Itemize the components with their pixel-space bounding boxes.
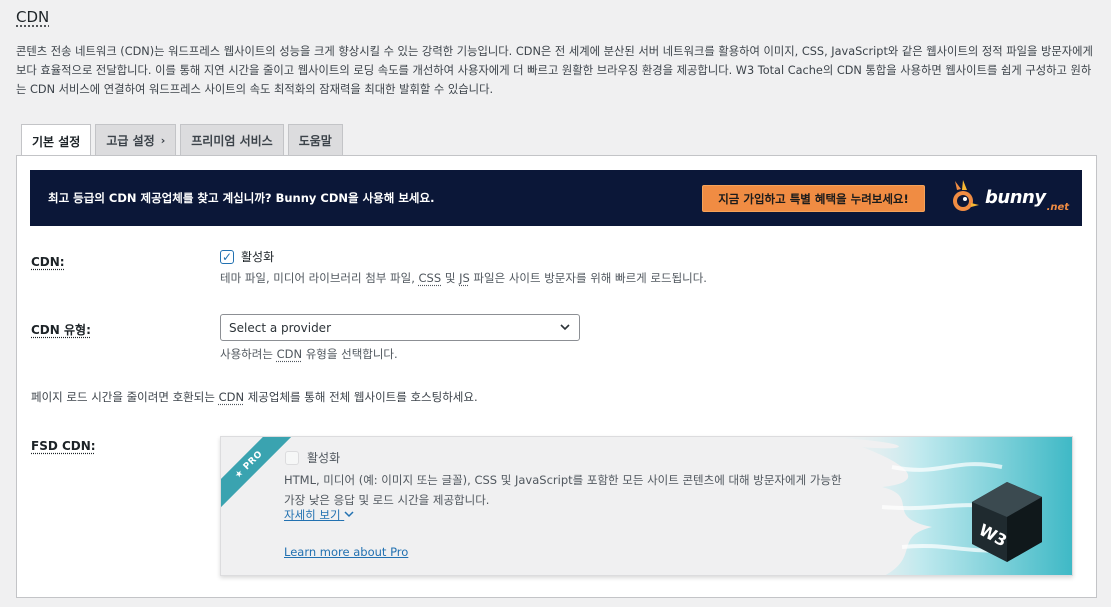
bunny-logo-word: bunny (985, 186, 1046, 208)
tab-help-label: 도움말 (298, 134, 332, 148)
bunny-rabbit-icon (953, 180, 979, 211)
tab-help[interactable]: 도움말 (287, 124, 343, 156)
cdn-label: CDN: (31, 255, 65, 269)
chevron-right-icon: › (160, 134, 166, 147)
bunny-logo-suffix: .net (1046, 202, 1070, 213)
chevron-down-icon (560, 324, 570, 331)
bunny-logo[interactable]: bunny .net (947, 179, 1069, 215)
intro-text: 콘텐츠 전송 네트워크 (CDN)는 워드프레스 웹사이트의 성능을 크게 향상… (16, 45, 1093, 96)
cdn-provider-select[interactable]: Select a provider (220, 314, 580, 341)
cdn-desc-part: 테마 파일, 미디어 라이브러리 첨부 파일, (220, 271, 419, 285)
learn-more-pro-link[interactable]: Learn more about Pro (284, 545, 408, 559)
tab-advanced-settings[interactable]: 고급 설정 › (95, 124, 177, 156)
cdn-enable-row: 활성화 (220, 248, 274, 265)
fsd-enable-row: 활성화 (285, 449, 340, 466)
cdn-desc-css: CSS (418, 271, 442, 285)
settings-panel: 최고 등급의 CDN 제공업체를 찾고 계십니까? Bunny CDN을 사용해… (16, 155, 1097, 598)
cdn-type-desc-cdn: CDN (276, 347, 303, 361)
cdn-type-desc-part: 사용하려는 (220, 347, 277, 361)
fsd-more-link[interactable]: 자세히 보기 (284, 507, 354, 523)
hosting-note-part: 페이지 로드 시간을 줄이려면 호환되는 (31, 390, 219, 404)
cdn-description: 테마 파일, 미디어 라이브러리 첨부 파일, CSS 및 JS 파일은 사이트… (220, 270, 707, 286)
tab-basic-settings-label: 기본 설정 (32, 134, 81, 149)
cdn-type-label: CDN 유형: (31, 323, 91, 337)
hosting-note-cdn: CDN (218, 390, 245, 404)
cdn-desc-part: 및 (441, 271, 460, 285)
cdn-enable-checkbox[interactable] (220, 249, 234, 264)
fsd-cdn-label: FSD CDN: (31, 439, 96, 453)
hosting-note-part: 제공업체를 통해 전체 웹사이트를 호스팅하세요. (244, 390, 478, 404)
bunny-cdn-banner: 최고 등급의 CDN 제공업체를 찾고 계십니까? Bunny CDN을 사용해… (30, 170, 1082, 226)
chevron-down-icon (344, 511, 354, 518)
fsd-enable-label: 활성화 (307, 451, 341, 465)
cdn-desc-js: JS (459, 271, 470, 285)
cdn-type-desc-part: 유형을 선택합니다. (302, 347, 398, 361)
signup-offer-button[interactable]: 지금 가입하고 특별 혜택을 누려보세요! (702, 185, 925, 212)
w3-pro-artwork: W3 (822, 437, 1072, 575)
cdn-desc-part: 파일은 사이트 방문자를 위해 빠르게 로드됩니다. (469, 271, 707, 285)
fsd-more-link-label: 자세히 보기 (284, 508, 341, 522)
fsd-enable-checkbox[interactable] (285, 450, 299, 465)
cdn-type-description: 사용하려는 CDN 유형을 선택합니다. (220, 346, 398, 362)
page-title: CDN (16, 8, 50, 26)
tab-advanced-settings-label: 고급 설정 (106, 134, 155, 148)
cdn-enable-label: 활성화 (241, 250, 275, 264)
banner-text: 최고 등급의 CDN 제공업체를 찾고 계십니까? Bunny CDN을 사용해… (48, 191, 435, 205)
tab-bar: 기본 설정 고급 설정 › 프리미엄 서비스 도움말 (21, 124, 343, 157)
fsd-pro-box: ★ PRO W3 활성화 HTML, 미디어 (예: 이미지 또는 글꼴), C… (220, 436, 1073, 576)
fsd-description: HTML, 미디어 (예: 이미지 또는 글꼴), CSS 및 JavaScri… (284, 473, 842, 507)
tab-premium-services-label: 프리미엄 서비스 (191, 134, 273, 148)
tab-basic-settings[interactable]: 기본 설정 (21, 124, 92, 157)
cdn-provider-selected: Select a provider (229, 320, 331, 335)
tab-premium-services[interactable]: 프리미엄 서비스 (180, 124, 284, 156)
hosting-note: 페이지 로드 시간을 줄이려면 호환되는 CDN 제공업체를 통해 전체 웹사이… (31, 389, 478, 405)
